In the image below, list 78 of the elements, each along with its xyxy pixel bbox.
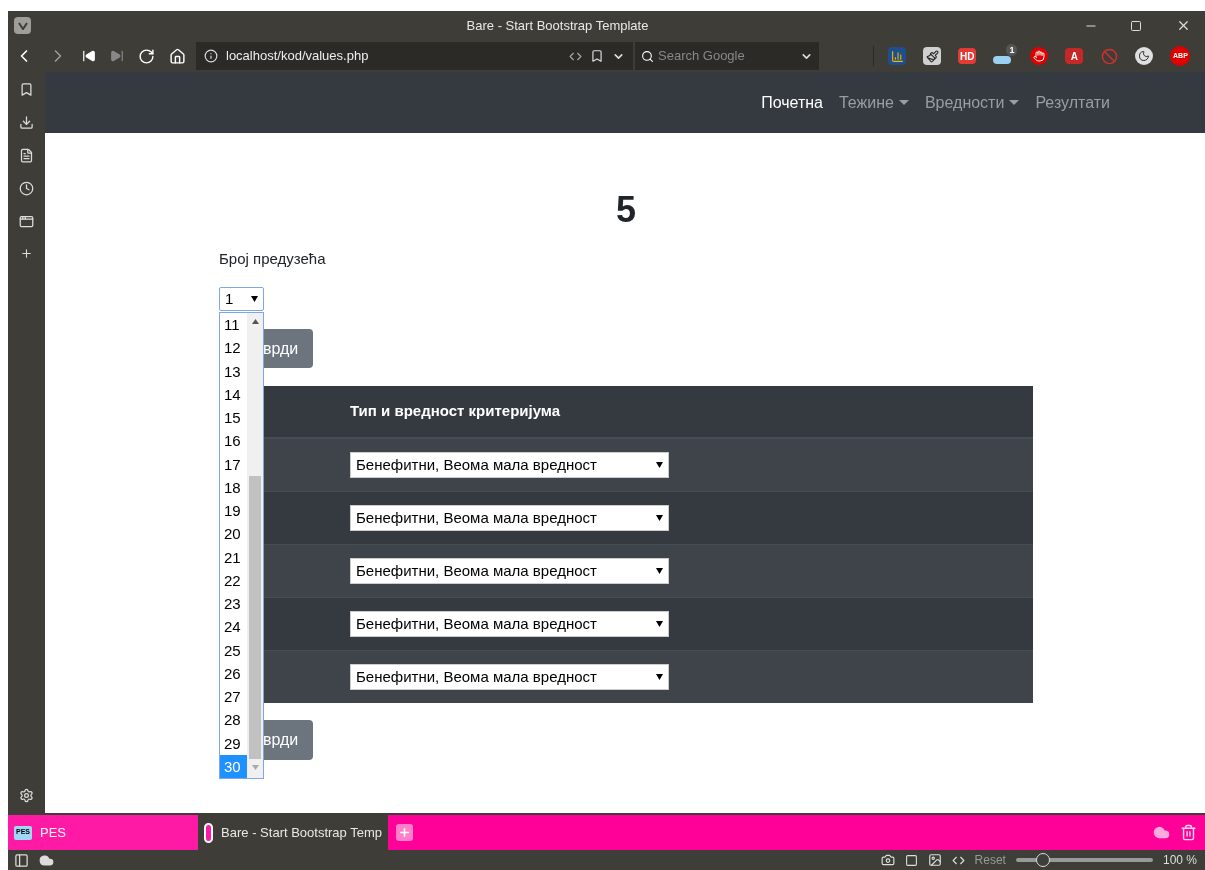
close-icon[interactable] <box>1176 18 1191 33</box>
caret-icon <box>656 674 663 680</box>
hand-extension-icon[interactable] <box>1030 47 1049 65</box>
scrollbar[interactable] <box>247 313 263 778</box>
chart-extension-icon[interactable] <box>888 47 906 65</box>
add-icon[interactable] <box>20 247 33 260</box>
dropdown-option[interactable]: 16 <box>220 429 247 453</box>
dropdown-option[interactable]: 27 <box>220 685 247 709</box>
dropdown-option[interactable]: 19 <box>220 499 247 523</box>
dropdown-option[interactable]: 25 <box>220 638 247 662</box>
tile-icon[interactable] <box>904 853 918 867</box>
caret-icon <box>656 568 663 574</box>
maximize-icon[interactable] <box>1130 19 1142 32</box>
bookmark-icon[interactable] <box>19 82 34 97</box>
history-icon[interactable] <box>19 181 34 196</box>
dropdown-option[interactable]: 17 <box>220 452 247 476</box>
notes-icon[interactable] <box>19 148 34 163</box>
criteria-select[interactable]: Бенефитни, Веома мала вредност <box>350 452 669 478</box>
dropdown-option[interactable]: 26 <box>220 661 247 685</box>
moon-extension-icon[interactable] <box>1135 47 1154 65</box>
page-heading: 5 <box>616 190 636 230</box>
brush-extension-icon[interactable] <box>923 47 941 65</box>
dropdown-option[interactable]: 14 <box>220 382 247 406</box>
search-icon <box>641 49 654 63</box>
dropdown-option[interactable]: 20 <box>220 522 247 546</box>
panel-icon[interactable] <box>14 852 29 868</box>
search-field[interactable]: Search Google <box>635 42 819 70</box>
field-label: Број предузећа <box>219 249 326 268</box>
extension-icon[interactable]: A <box>1065 48 1084 64</box>
dropdown-option[interactable]: 15 <box>220 406 247 430</box>
nav-link[interactable]: Тежине <box>838 90 909 115</box>
plus-icon <box>398 826 411 839</box>
fast-forward-icon[interactable] <box>110 49 124 63</box>
browser-logo-icon[interactable] <box>14 17 31 34</box>
dropdown-option[interactable]: 24 <box>220 615 247 639</box>
trash-icon[interactable] <box>1180 824 1197 841</box>
criteria-select[interactable]: Бенефитни, Веома мала вредност <box>350 558 669 584</box>
dropdown-option[interactable]: 21 <box>220 545 247 569</box>
reload-icon[interactable] <box>138 47 155 65</box>
dropdown-option[interactable]: 18 <box>220 475 247 499</box>
dropdown-option[interactable]: 29 <box>220 731 247 755</box>
image-icon[interactable] <box>927 853 942 867</box>
zoom-slider[interactable] <box>1015 853 1153 867</box>
settings-icon[interactable] <box>19 788 34 803</box>
nav-link[interactable]: Резултати <box>1035 90 1110 115</box>
dropdown-option[interactable]: 12 <box>220 336 247 360</box>
criteria-select[interactable]: Бенефитни, Веома мала вредност <box>350 505 669 531</box>
column-header: Тип и вредност критеријума <box>350 401 561 422</box>
criteria-select[interactable]: Бенефитни, Веома мала вредност <box>350 611 669 637</box>
slider-thumb[interactable] <box>1036 853 1051 867</box>
window-icon[interactable] <box>19 214 34 229</box>
caret-icon <box>656 515 663 521</box>
caret-icon <box>656 462 663 468</box>
download-icon[interactable] <box>19 115 34 130</box>
home-icon[interactable] <box>169 47 186 65</box>
nav-link[interactable]: Вредности <box>924 90 1020 115</box>
dropdown-option[interactable]: 22 <box>220 568 247 592</box>
zoom-reading: 100 % <box>1162 852 1197 869</box>
reset-button[interactable]: Reset <box>974 851 1006 869</box>
dropdown-option[interactable]: 23 <box>220 592 247 616</box>
info-icon <box>204 49 218 63</box>
url-text: localhost/kod/values.php <box>226 47 370 66</box>
nav-link[interactable]: Почетна <box>761 90 823 115</box>
new-tab-button[interactable] <box>396 824 413 841</box>
window-title: Bare - Start Bootstrap Template <box>465 16 650 35</box>
rewind-icon[interactable] <box>82 49 96 63</box>
caret-icon <box>656 621 663 627</box>
scroll-up-icon[interactable] <box>251 319 259 324</box>
search-placeholder: Search Google <box>658 47 746 66</box>
address-field[interactable]: localhost/kod/values.php <box>196 42 633 70</box>
camera-icon[interactable] <box>880 853 895 867</box>
bookmark-icon[interactable] <box>590 49 604 63</box>
cloud-icon[interactable] <box>39 852 54 868</box>
caret-icon <box>251 296 258 302</box>
company-count-select[interactable]: 1 <box>219 287 264 311</box>
extension-icon[interactable]: HD <box>958 48 977 64</box>
criteria-select[interactable]: Бенефитни, Веома мала вредност <box>350 664 669 690</box>
browser-tab[interactable]: Bare - Start Bootstrap Temp <box>198 815 388 850</box>
